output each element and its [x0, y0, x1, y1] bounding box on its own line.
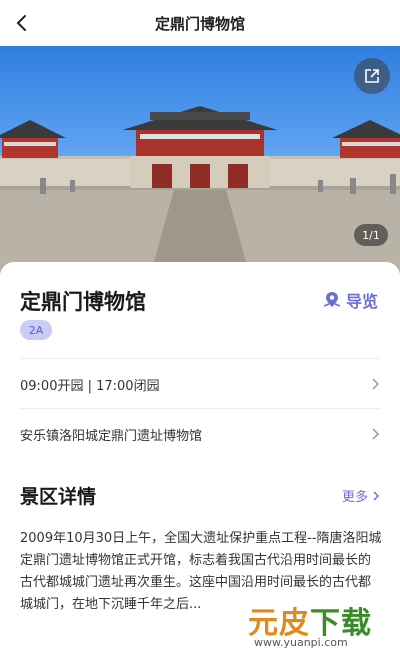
divider — [20, 408, 380, 409]
watermark-logo: 元皮下载 www.yuanpi.com — [240, 596, 396, 658]
chevron-right-icon — [372, 378, 380, 390]
page-title: 定鼎门博物馆 — [154, 14, 245, 33]
hours-row[interactable]: 09:00开园 | 17:00闭园 — [20, 364, 380, 404]
back-button[interactable] — [6, 8, 36, 38]
hero-image[interactable]: 1/1 — [0, 46, 400, 276]
top-nav-bar: 定鼎门博物馆 — [0, 0, 400, 46]
share-button[interactable] — [354, 58, 390, 94]
divider — [20, 358, 380, 359]
attraction-name: 定鼎门博物馆 — [20, 290, 146, 314]
share-icon — [365, 69, 379, 83]
more-label: 更多 — [341, 490, 368, 505]
chevron-right-icon — [372, 428, 380, 440]
more-link[interactable]: 更多 — [342, 486, 380, 505]
guide-label: 导览 — [345, 292, 378, 311]
image-counter: 1/1 — [354, 224, 388, 246]
guide-button[interactable]: 导览 — [322, 288, 378, 312]
watermark-url: www.yuanpi.com — [254, 636, 348, 649]
rating-badge: 2A — [20, 320, 52, 340]
chevron-right-icon — [373, 490, 380, 501]
section-title: 景区详情 — [20, 486, 97, 508]
address-row[interactable]: 安乐镇洛阳城定鼎门遗址博物馆 — [20, 414, 380, 454]
address-text: 安乐镇洛阳城定鼎门遗址博物馆 — [20, 428, 203, 444]
hours-text: 09:00开园 | 17:00闭园 — [20, 378, 160, 394]
museum-photo — [0, 106, 400, 276]
location-pin-icon — [323, 292, 341, 307]
chevron-left-icon — [16, 15, 26, 31]
